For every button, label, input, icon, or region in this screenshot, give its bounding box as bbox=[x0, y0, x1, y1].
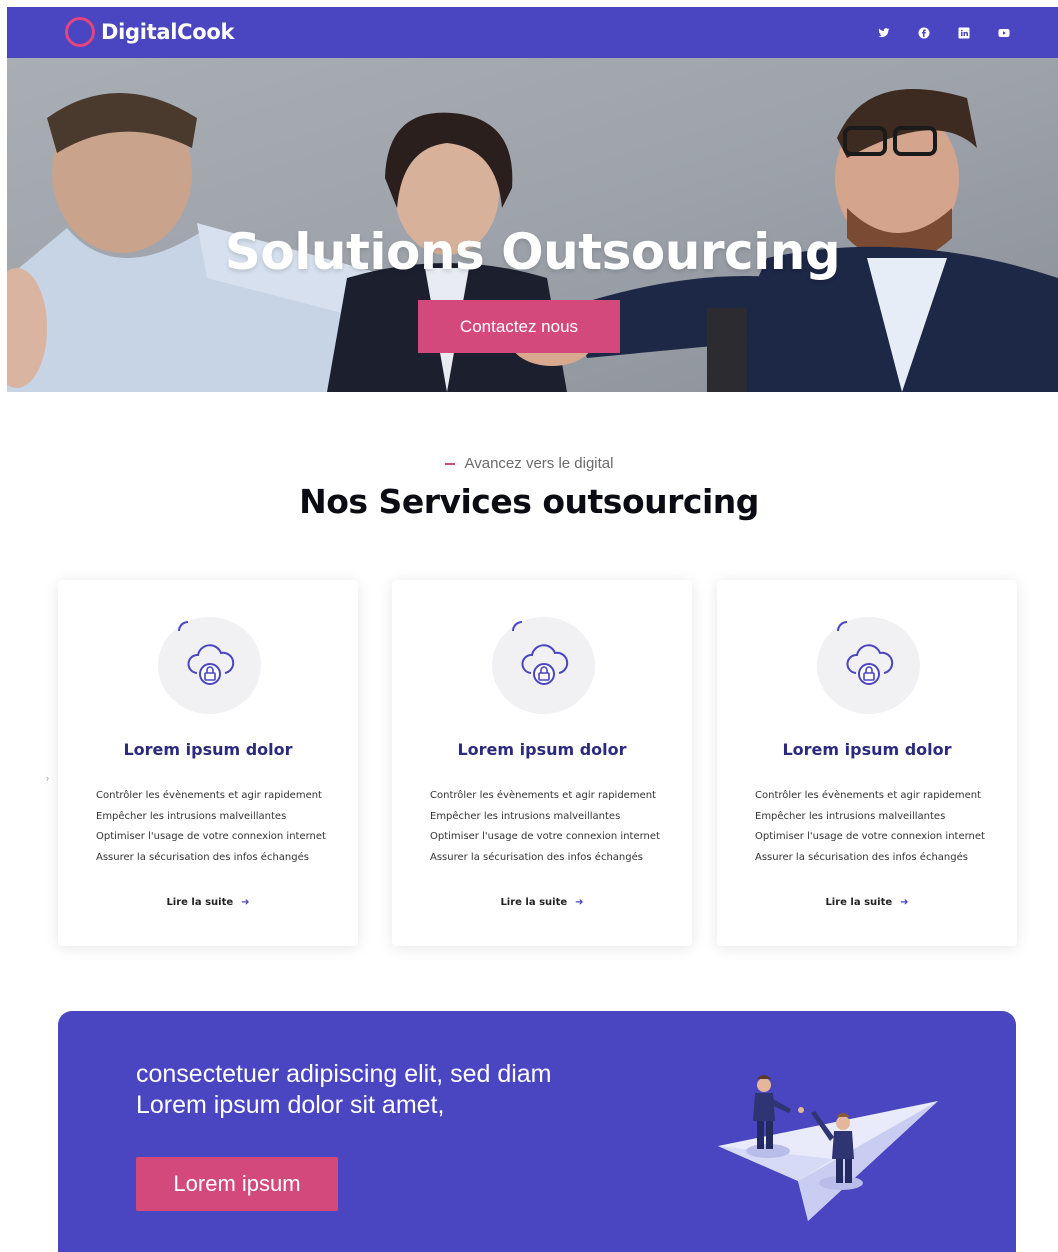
cta-button[interactable]: Lorem ipsum bbox=[136, 1157, 338, 1211]
card-feature-list: Contrôler les évènements et agir rapidem… bbox=[755, 786, 985, 868]
cta-banner: consectetuer adipiscing elit, sed diam L… bbox=[58, 1011, 1016, 1252]
list-item: Contrôler les évènements et agir rapidem… bbox=[755, 790, 981, 801]
social-links bbox=[875, 24, 1013, 42]
card-icon-circle bbox=[817, 617, 920, 714]
service-card: Lorem ipsum dolor Contrôler les évènemen… bbox=[58, 580, 358, 946]
card-icon-circle bbox=[158, 617, 261, 714]
arrow-right-icon: ➜ bbox=[241, 897, 250, 908]
hero-title: Solutions Outsourcing bbox=[224, 223, 841, 281]
facebook-icon[interactable] bbox=[915, 24, 933, 42]
list-item: Assurer la sécurisation des infos échang… bbox=[96, 851, 309, 863]
service-card: Lorem ipsum dolor Contrôler les évènemen… bbox=[392, 580, 692, 946]
read-more-link[interactable]: Lire la suite ➜ bbox=[392, 897, 692, 908]
read-more-label: Lire la suite bbox=[825, 897, 893, 908]
eyebrow-text: Avancez vers le digital bbox=[464, 455, 614, 472]
section-title: Nos Services outsourcing bbox=[299, 482, 759, 521]
site-header: DigitalCook bbox=[7, 7, 1058, 58]
hero-banner: Solutions Outsourcing Contactez nous bbox=[7, 58, 1058, 392]
card-feature-list: Contrôler les évènements et agir rapidem… bbox=[96, 786, 326, 868]
cta-line-1: consectetuer adipiscing elit, sed diam bbox=[136, 1060, 552, 1088]
list-item: Assurer la sécurisation des infos échang… bbox=[755, 851, 968, 863]
youtube-icon[interactable] bbox=[995, 24, 1013, 42]
cloud-lock-icon bbox=[846, 644, 894, 685]
arrow-right-icon: ➜ bbox=[900, 897, 909, 908]
read-more-label: Lire la suite bbox=[166, 897, 234, 908]
read-more-link[interactable]: Lire la suite ➜ bbox=[717, 897, 1017, 908]
list-item: Empêcher les intrusions malveillantes bbox=[96, 810, 287, 822]
list-item: Contrôler les évènements et agir rapidem… bbox=[96, 790, 322, 801]
paper-plane-handshake-illustration bbox=[718, 1075, 938, 1221]
service-card: Lorem ipsum dolor Contrôler les évènemen… bbox=[717, 580, 1017, 946]
list-item: Contrôler les évènements et agir rapidem… bbox=[430, 790, 656, 801]
card-feature-list: Contrôler les évènements et agir rapidem… bbox=[430, 786, 660, 868]
cloud-lock-icon bbox=[521, 644, 569, 685]
read-more-link[interactable]: Lire la suite ➜ bbox=[58, 897, 358, 908]
logo-ring-icon bbox=[65, 17, 95, 47]
list-item: Empêcher les intrusions malveillantes bbox=[755, 810, 946, 822]
list-item: Optimiser l'usage de votre connexion int… bbox=[430, 831, 660, 842]
logo[interactable]: DigitalCook bbox=[65, 17, 235, 47]
list-item: Optimiser l'usage de votre connexion int… bbox=[96, 831, 326, 842]
cta-text: consectetuer adipiscing elit, sed diam L… bbox=[136, 1059, 552, 1121]
contact-button[interactable]: Contactez nous bbox=[418, 300, 620, 353]
cta-line-2: Lorem ipsum dolor sit amet, bbox=[136, 1091, 445, 1119]
eyebrow-dash bbox=[444, 463, 455, 466]
card-title: Lorem ipsum dolor bbox=[782, 740, 952, 759]
card-icon-circle bbox=[492, 617, 595, 714]
carousel-prev-icon[interactable]: › bbox=[46, 773, 49, 783]
list-item: Optimiser l'usage de votre connexion int… bbox=[755, 831, 985, 842]
card-title: Lorem ipsum dolor bbox=[123, 740, 293, 759]
section-eyebrow: Avancez vers le digital bbox=[0, 455, 1058, 472]
arrow-right-icon: ➜ bbox=[575, 897, 584, 908]
list-item: Assurer la sécurisation des infos échang… bbox=[430, 851, 643, 863]
twitter-icon[interactable] bbox=[875, 24, 893, 42]
linkedin-icon[interactable] bbox=[955, 24, 973, 42]
read-more-label: Lire la suite bbox=[500, 897, 568, 908]
list-item: Empêcher les intrusions malveillantes bbox=[430, 810, 621, 822]
cloud-lock-icon bbox=[187, 644, 235, 685]
card-title: Lorem ipsum dolor bbox=[457, 740, 627, 759]
logo-text: DigitalCook bbox=[101, 20, 235, 44]
